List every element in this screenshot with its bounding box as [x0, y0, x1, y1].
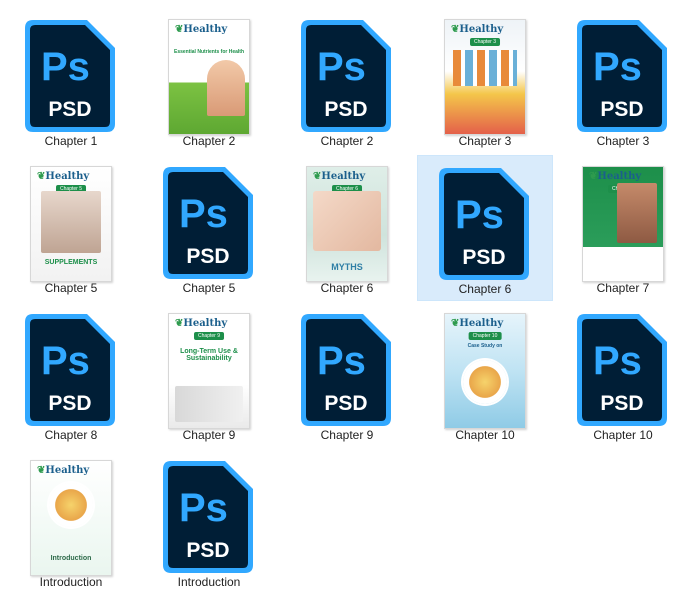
- file-item[interactable]: Ps PSD Chapter 1: [3, 8, 139, 154]
- photoshop-file-icon: Ps PSD: [577, 312, 667, 428]
- document-cover-thumbnail: ❦Healthy Chapter 3: [443, 18, 527, 135]
- psd-extension-text: PSD: [186, 539, 229, 562]
- cover-illustration: [41, 191, 101, 253]
- file-item[interactable]: Ps PSD Introduction: [141, 449, 277, 595]
- file-name-label: Chapter 3: [458, 134, 512, 148]
- file-name-label: Chapter 9: [182, 428, 236, 442]
- cover-title: Essential Nutrients for Health: [173, 49, 244, 55]
- file-item[interactable]: ❦Healthy Chapter 6 MYTHS Chapter 6: [279, 155, 415, 301]
- photoshop-file-icon: Ps PSD: [577, 18, 667, 134]
- brand-logo: ❦Healthy: [589, 171, 642, 182]
- cover-title: Case Study on: [467, 343, 503, 349]
- psd-extension-text: PSD: [600, 392, 643, 415]
- file-item[interactable]: Ps PSD Chapter 5: [141, 155, 277, 301]
- file-item[interactable]: ❦Healthy Chapter 10 Case Study on Chapter 1…: [417, 302, 553, 448]
- file-item[interactable]: ❦Healthy Chapter 9 Long-Term Use & Sustain…: [141, 302, 277, 448]
- file-name-label: Chapter 2: [182, 134, 236, 148]
- brand-logo: ❦Healthy: [451, 24, 504, 35]
- cover-illustration: [207, 60, 245, 116]
- cover-title: REGULATION & SUPPLEMENTS: [600, 251, 646, 264]
- document-cover-thumbnail: ❦Healthy Introduction: [29, 459, 113, 576]
- file-item[interactable]: ❦Healthy Chapter 7 REGULATION & SUPPLEMENT…: [555, 155, 684, 301]
- file-name-label: Chapter 5: [44, 281, 98, 295]
- document-cover-thumbnail: ❦Healthy Chapter 5 SUPPLEMENTS: [29, 165, 113, 282]
- psd-extension-text: PSD: [324, 98, 367, 121]
- file-name-label: Introduction: [177, 575, 241, 589]
- cover-illustration: [49, 483, 93, 527]
- file-item[interactable]: ❦Healthy Chapter 3 Chapter 3: [417, 8, 553, 154]
- ps-logo-text: Ps: [41, 339, 90, 383]
- ps-logo-text: Ps: [455, 193, 504, 237]
- cover-illustration: [463, 360, 507, 404]
- file-item[interactable]: Ps PSD Chapter 10: [555, 302, 684, 448]
- photoshop-file-icon: Ps PSD: [301, 18, 391, 134]
- ps-logo-text: Ps: [593, 339, 642, 383]
- file-name-label: Chapter 6: [320, 281, 374, 295]
- document-cover-thumbnail: ❦Healthy Chapter 6 MYTHS: [305, 165, 389, 282]
- psd-extension-text: PSD: [48, 392, 91, 415]
- brand-logo: ❦Healthy: [175, 24, 228, 35]
- ps-logo-text: Ps: [317, 45, 366, 89]
- file-item[interactable]: Ps PSD Chapter 6: [417, 155, 553, 301]
- photoshop-file-icon: Ps PSD: [439, 166, 529, 282]
- ps-logo-text: Ps: [593, 45, 642, 89]
- file-name-label: Chapter 6: [458, 282, 512, 296]
- file-name-label: Chapter 2: [320, 134, 374, 148]
- chapter-badge: Chapter 9: [194, 332, 224, 340]
- photoshop-file-icon: Ps PSD: [25, 18, 115, 134]
- cover-title: MYTHS: [331, 262, 363, 272]
- document-cover-thumbnail: ❦Healthy Chapter 10 Case Study on: [443, 312, 527, 429]
- photoshop-file-icon: Ps PSD: [25, 312, 115, 428]
- ps-logo-text: Ps: [317, 339, 366, 383]
- ps-logo-text: Ps: [179, 486, 228, 530]
- psd-extension-text: PSD: [48, 98, 91, 121]
- psd-extension-text: PSD: [462, 246, 505, 269]
- document-cover-thumbnail: ❦Healthy Essential Nutrients for Health: [167, 18, 251, 135]
- file-item[interactable]: ❦Healthy Chapter 5 SUPPLEMENTS Chapter 5: [3, 155, 139, 301]
- psd-extension-text: PSD: [600, 98, 643, 121]
- chapter-badge: Chapter 3: [470, 38, 500, 46]
- photoshop-file-icon: Ps PSD: [163, 165, 253, 281]
- ps-logo-text: Ps: [41, 45, 90, 89]
- file-name-label: Chapter 9: [320, 428, 374, 442]
- psd-extension-text: PSD: [324, 392, 367, 415]
- cover-illustration: [617, 183, 657, 243]
- photoshop-file-icon: Ps PSD: [163, 459, 253, 575]
- file-name-label: Chapter 1: [44, 134, 98, 148]
- file-name-label: Chapter 5: [182, 281, 236, 295]
- file-item[interactable]: Ps PSD Chapter 8: [3, 302, 139, 448]
- cover-illustration: [453, 50, 517, 86]
- file-item[interactable]: ❦Healthy Essential Nutrients for Health Ch…: [141, 8, 277, 154]
- brand-logo: ❦Healthy: [37, 465, 90, 476]
- cover-title: Long-Term Use & Sustainability: [180, 348, 238, 363]
- file-name-label: Introduction: [39, 575, 103, 589]
- cover-title: SUPPLEMENTS: [44, 259, 98, 266]
- psd-extension-text: PSD: [186, 245, 229, 268]
- file-name-label: Chapter 8: [44, 428, 98, 442]
- file-item[interactable]: Ps PSD Chapter 9: [279, 302, 415, 448]
- cover-illustration: [175, 386, 243, 422]
- brand-logo: ❦Healthy: [37, 171, 90, 182]
- document-cover-thumbnail: ❦HealthyChapter 7REGULATION & SUPPLEMENT…: [581, 165, 665, 282]
- file-name-label: Chapter 7: [596, 281, 650, 295]
- brand-logo: ❦Healthy: [313, 171, 366, 182]
- file-name-label: Chapter 10: [593, 428, 653, 442]
- ps-logo-text: Ps: [179, 192, 228, 236]
- document-cover-thumbnail: ❦Healthy Chapter 9 Long-Term Use & Sustain…: [167, 312, 251, 429]
- photoshop-file-icon: Ps PSD: [301, 312, 391, 428]
- brand-logo: ❦Healthy: [175, 318, 228, 329]
- file-item[interactable]: Ps PSD Chapter 2: [279, 8, 415, 154]
- file-item[interactable]: Ps PSD Chapter 3: [555, 8, 684, 154]
- chapter-badge: Chapter 10: [468, 332, 502, 340]
- brand-logo: ❦Healthy: [451, 318, 504, 329]
- file-name-label: Chapter 10: [455, 428, 515, 442]
- file-icon-grid: Ps PSD Chapter 1 ❦Healthy Essential Nutrient…: [0, 0, 684, 596]
- cover-illustration: [313, 191, 381, 251]
- file-item[interactable]: ❦Healthy Introduction Introduction: [3, 449, 139, 595]
- file-name-label: Chapter 3: [596, 134, 650, 148]
- cover-title: Introduction: [50, 555, 92, 562]
